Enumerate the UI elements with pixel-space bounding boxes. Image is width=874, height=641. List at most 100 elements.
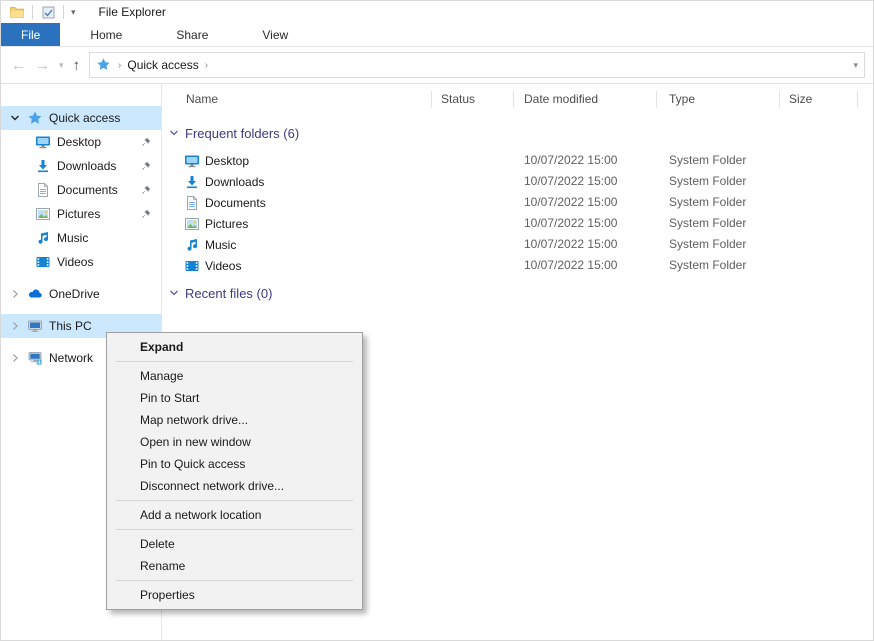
menu-item-add-a-network-location[interactable]: Add a network location [107,504,362,526]
downloads-icon [35,158,51,174]
sidebar-item-desktop[interactable]: Desktop [1,130,161,154]
breadcrumb[interactable]: Quick access [127,58,198,72]
address-dropdown-icon[interactable]: ▾ [853,60,858,71]
column-header-date-modified[interactable]: Date modified [524,92,598,106]
sidebar-item-label: Quick access [49,111,120,125]
downloads-icon [184,174,200,190]
menu-item-disconnect-network-drive[interactable]: Disconnect network drive... [107,475,362,497]
group-header-recent-files[interactable]: Recent files (0) [168,282,873,304]
pin-icon [139,208,152,221]
column-separator[interactable] [431,91,432,108]
chevron-right-icon[interactable] [9,320,21,332]
sidebar-item-music[interactable]: Music [1,226,161,250]
this-pc-icon [27,318,43,334]
menu-item-properties[interactable]: Properties [107,584,362,606]
column-separator[interactable] [513,91,514,108]
group-collapse-chevron-icon [168,127,180,139]
menu-item-delete[interactable]: Delete [107,533,362,555]
file-name: Documents [205,196,266,210]
chevron-down-icon[interactable] [9,112,21,124]
column-header-status[interactable]: Status [441,92,475,106]
title-bar: ▾ File Explorer [1,1,873,23]
network-icon [27,350,43,366]
file-type: System Folder [669,153,746,167]
menu-item-pin-to-start[interactable]: Pin to Start [107,387,362,409]
sidebar-item-quick-access[interactable]: Quick access [1,106,161,130]
tab-home[interactable]: Home [74,23,138,46]
address-box[interactable]: › Quick access › ▾ [89,52,865,78]
customize-toolbar-chevron-icon[interactable]: ▾ [71,7,76,18]
tab-share[interactable]: Share [160,23,224,46]
column-separator[interactable] [779,91,780,108]
pin-icon [139,136,152,149]
music-icon [35,230,51,246]
sidebar-item-label: Desktop [57,135,101,149]
menu-item-pin-to-quick-access[interactable]: Pin to Quick access [107,453,362,475]
chevron-right-icon[interactable] [9,352,21,364]
app-folder-icon[interactable] [9,4,25,20]
sidebar-item-onedrive[interactable]: OneDrive [1,282,161,306]
group-header-frequent-folders[interactable]: Frequent folders (6) [168,122,873,144]
menu-separator [116,529,353,530]
file-date-modified: 10/07/2022 15:00 [524,216,617,230]
tab-file[interactable]: File [1,23,60,46]
column-header-type[interactable]: Type [669,92,695,106]
group-header-label: Recent files (0) [185,286,272,301]
file-name: Videos [205,259,241,273]
file-name: Desktop [205,154,249,168]
back-button[interactable]: ← [11,58,26,73]
sidebar-item-documents[interactable]: Documents [1,178,161,202]
sidebar-item-downloads[interactable]: Downloads [1,154,161,178]
toolbar-separator [63,5,64,19]
menu-item-expand[interactable]: Expand [107,336,362,358]
tab-view[interactable]: View [246,23,304,46]
sidebar-item-label: Videos [57,255,93,269]
up-button[interactable]: ↑ [73,58,81,73]
pin-icon [139,184,152,197]
menu-item-rename[interactable]: Rename [107,555,362,577]
file-row-desktop[interactable]: Desktop 10/07/2022 15:00 System Folder [162,150,873,171]
file-date-modified: 10/07/2022 15:00 [524,195,617,209]
file-row-downloads[interactable]: Downloads 10/07/2022 15:00 System Folder [162,171,873,192]
file-type: System Folder [669,216,746,230]
file-explorer-window: ▾ File Explorer File Home Share View ← →… [0,0,874,641]
videos-icon [184,258,200,274]
sidebar-item-pictures[interactable]: Pictures [1,202,161,226]
quick-access-toolbar-button[interactable] [40,4,56,20]
column-separator[interactable] [656,91,657,108]
toolbar-separator [32,5,33,19]
recent-locations-chevron-icon[interactable]: ▾ [59,60,64,71]
menu-separator [116,361,353,362]
breadcrumb-chevron-icon[interactable]: › [118,60,121,71]
quick-access-star-icon [27,110,43,126]
sidebar-item-label: Music [57,231,88,245]
address-bar: ← → ▾ ↑ › Quick access › ▾ [1,47,873,84]
sidebar-item-label: This PC [49,319,92,333]
chevron-right-icon[interactable] [9,288,21,300]
file-row-music[interactable]: Music 10/07/2022 15:00 System Folder [162,234,873,255]
onedrive-cloud-icon [27,286,43,302]
file-row-pictures[interactable]: Pictures 10/07/2022 15:00 System Folder [162,213,873,234]
group-header-label: Frequent folders (6) [185,126,299,141]
file-type: System Folder [669,174,746,188]
file-name: Downloads [205,175,264,189]
column-header-row: Name Status Date modified Type Size [162,84,873,114]
column-header-size[interactable]: Size [789,92,812,106]
column-separator[interactable] [857,91,858,108]
menu-item-open-in-new-window[interactable]: Open in new window [107,431,362,453]
videos-icon [35,254,51,270]
this-pc-context-menu: Expand Manage Pin to Start Map network d… [106,332,363,610]
menu-item-manage[interactable]: Manage [107,365,362,387]
file-row-documents[interactable]: Documents 10/07/2022 15:00 System Folder [162,192,873,213]
file-row-videos[interactable]: Videos 10/07/2022 15:00 System Folder [162,255,873,276]
file-type: System Folder [669,237,746,251]
menu-separator [116,500,353,501]
breadcrumb-chevron-icon[interactable]: › [205,60,208,71]
file-date-modified: 10/07/2022 15:00 [524,258,617,272]
menu-item-map-network-drive[interactable]: Map network drive... [107,409,362,431]
column-header-name[interactable]: Name [186,92,218,106]
menu-separator [116,580,353,581]
pictures-icon [184,216,200,232]
sidebar-item-videos[interactable]: Videos [1,250,161,274]
forward-button[interactable]: → [35,58,50,73]
